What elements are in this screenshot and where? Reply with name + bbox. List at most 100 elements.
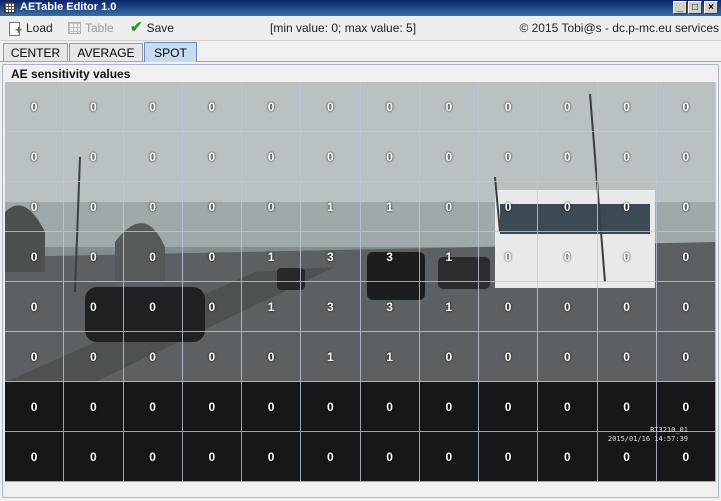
grid-cell[interactable]: 0 xyxy=(479,132,539,182)
grid-cell[interactable]: 0 xyxy=(479,182,539,232)
grid-cell[interactable]: 0 xyxy=(538,132,598,182)
grid-cell[interactable]: 0 xyxy=(656,132,716,182)
grid-cell[interactable]: 0 xyxy=(597,282,657,332)
grid-cell[interactable]: 0 xyxy=(5,182,65,232)
grid-cell[interactable]: 0 xyxy=(123,382,183,432)
grid-cell[interactable]: 1 xyxy=(360,182,420,232)
grid-cell[interactable]: 0 xyxy=(597,382,657,432)
grid-cell[interactable]: 3 xyxy=(301,282,361,332)
grid-cell[interactable]: 1 xyxy=(301,332,361,382)
grid-cell[interactable]: 0 xyxy=(538,232,598,282)
grid-cell[interactable]: 0 xyxy=(538,432,598,482)
grid-cell[interactable]: 0 xyxy=(538,332,598,382)
grid-cell[interactable]: 0 xyxy=(182,382,242,432)
grid-cell[interactable]: 0 xyxy=(5,432,65,482)
grid-cell[interactable]: 0 xyxy=(479,282,539,332)
grid-cell[interactable]: 0 xyxy=(5,282,65,332)
grid-cell[interactable]: 0 xyxy=(419,382,479,432)
grid-cell[interactable]: 0 xyxy=(182,132,242,182)
grid-cell[interactable]: 0 xyxy=(64,182,124,232)
grid-cell[interactable]: 0 xyxy=(656,382,716,432)
grid-cell[interactable]: 1 xyxy=(301,182,361,232)
grid-cell[interactable]: 0 xyxy=(242,332,302,382)
grid-cell[interactable]: 0 xyxy=(419,182,479,232)
grid-cell[interactable]: 0 xyxy=(301,132,361,182)
grid-cell[interactable]: 0 xyxy=(182,232,242,282)
grid-cell[interactable]: 1 xyxy=(242,232,302,282)
grid-cell[interactable]: 0 xyxy=(538,282,598,332)
table-button[interactable]: Table xyxy=(68,20,114,36)
grid-cell[interactable]: 0 xyxy=(419,82,479,132)
load-button[interactable]: Load xyxy=(8,20,53,36)
grid-cell[interactable]: 0 xyxy=(419,432,479,482)
grid-cell[interactable]: 1 xyxy=(419,232,479,282)
grid-cell[interactable]: 1 xyxy=(242,282,302,332)
grid-cell[interactable]: 0 xyxy=(479,82,539,132)
grid-cell[interactable]: 0 xyxy=(5,82,65,132)
grid-cell[interactable]: 0 xyxy=(123,82,183,132)
grid-cell[interactable]: 3 xyxy=(360,282,420,332)
grid-cell[interactable]: 0 xyxy=(301,432,361,482)
tab-spot[interactable]: SPOT xyxy=(144,42,197,62)
grid-cell[interactable]: 0 xyxy=(123,432,183,482)
grid-cell[interactable]: 0 xyxy=(360,82,420,132)
tab-center[interactable]: CENTER xyxy=(3,43,68,61)
grid-cell[interactable]: 0 xyxy=(242,432,302,482)
grid-cell[interactable]: 0 xyxy=(656,82,716,132)
grid-cell[interactable]: 0 xyxy=(360,132,420,182)
grid-cell[interactable]: 0 xyxy=(656,182,716,232)
grid-cell[interactable]: 0 xyxy=(242,132,302,182)
grid-cell[interactable]: 0 xyxy=(123,282,183,332)
grid-cell[interactable]: 0 xyxy=(479,382,539,432)
grid-cell[interactable]: 0 xyxy=(5,232,65,282)
grid-cell[interactable]: 0 xyxy=(5,132,65,182)
tab-average[interactable]: AVERAGE xyxy=(69,43,143,61)
grid-cell[interactable]: 0 xyxy=(538,182,598,232)
minimize-button[interactable]: _ xyxy=(673,1,687,14)
grid-cell[interactable]: 1 xyxy=(360,332,420,382)
grid-cell[interactable]: 0 xyxy=(597,132,657,182)
grid-cell[interactable]: 0 xyxy=(5,332,65,382)
grid-cell[interactable]: 0 xyxy=(242,182,302,232)
grid-cell[interactable]: 0 xyxy=(64,232,124,282)
grid-cell[interactable]: 0 xyxy=(5,382,65,432)
grid-cell[interactable]: 0 xyxy=(242,382,302,432)
grid-cell[interactable]: 0 xyxy=(656,232,716,282)
grid-cell[interactable]: 0 xyxy=(597,182,657,232)
save-button[interactable]: ✔ Save xyxy=(130,20,174,36)
grid-cell[interactable]: 0 xyxy=(597,82,657,132)
grid-cell[interactable]: 0 xyxy=(242,82,302,132)
grid-cell[interactable]: 0 xyxy=(123,182,183,232)
grid-cell[interactable]: 0 xyxy=(182,332,242,382)
grid-cell[interactable]: 0 xyxy=(64,432,124,482)
grid-cell[interactable]: 0 xyxy=(182,82,242,132)
grid-cell[interactable]: 0 xyxy=(479,332,539,382)
maximize-button[interactable]: □ xyxy=(688,1,702,14)
grid-cell[interactable]: 0 xyxy=(64,382,124,432)
grid-cell[interactable]: 0 xyxy=(301,382,361,432)
grid-cell[interactable]: 0 xyxy=(419,132,479,182)
grid-cell[interactable]: 0 xyxy=(360,382,420,432)
grid-cell[interactable]: 0 xyxy=(182,432,242,482)
grid-cell[interactable]: 0 xyxy=(597,232,657,282)
close-button[interactable]: × xyxy=(704,1,718,14)
grid-cell[interactable]: 0 xyxy=(182,182,242,232)
grid-cell[interactable]: 0 xyxy=(123,332,183,382)
grid-cell[interactable]: 0 xyxy=(656,332,716,382)
grid-cell[interactable]: 0 xyxy=(123,232,183,282)
grid-cell[interactable]: 1 xyxy=(419,282,479,332)
grid-cell[interactable]: 0 xyxy=(64,332,124,382)
grid-cell[interactable]: 0 xyxy=(64,282,124,332)
grid-cell[interactable]: 3 xyxy=(301,232,361,282)
grid-cell[interactable]: 0 xyxy=(123,132,183,182)
grid-cell[interactable]: 3 xyxy=(360,232,420,282)
grid-cell[interactable]: 0 xyxy=(538,82,598,132)
grid-cell[interactable]: 0 xyxy=(360,432,420,482)
grid-cell[interactable]: 0 xyxy=(182,282,242,332)
grid-cell[interactable]: 0 xyxy=(419,332,479,382)
grid-cell[interactable]: 0 xyxy=(597,332,657,382)
grid-cell[interactable]: 0 xyxy=(656,282,716,332)
grid-cell[interactable]: 0 xyxy=(538,382,598,432)
grid-cell[interactable]: 0 xyxy=(301,82,361,132)
grid-cell[interactable]: 0 xyxy=(64,132,124,182)
